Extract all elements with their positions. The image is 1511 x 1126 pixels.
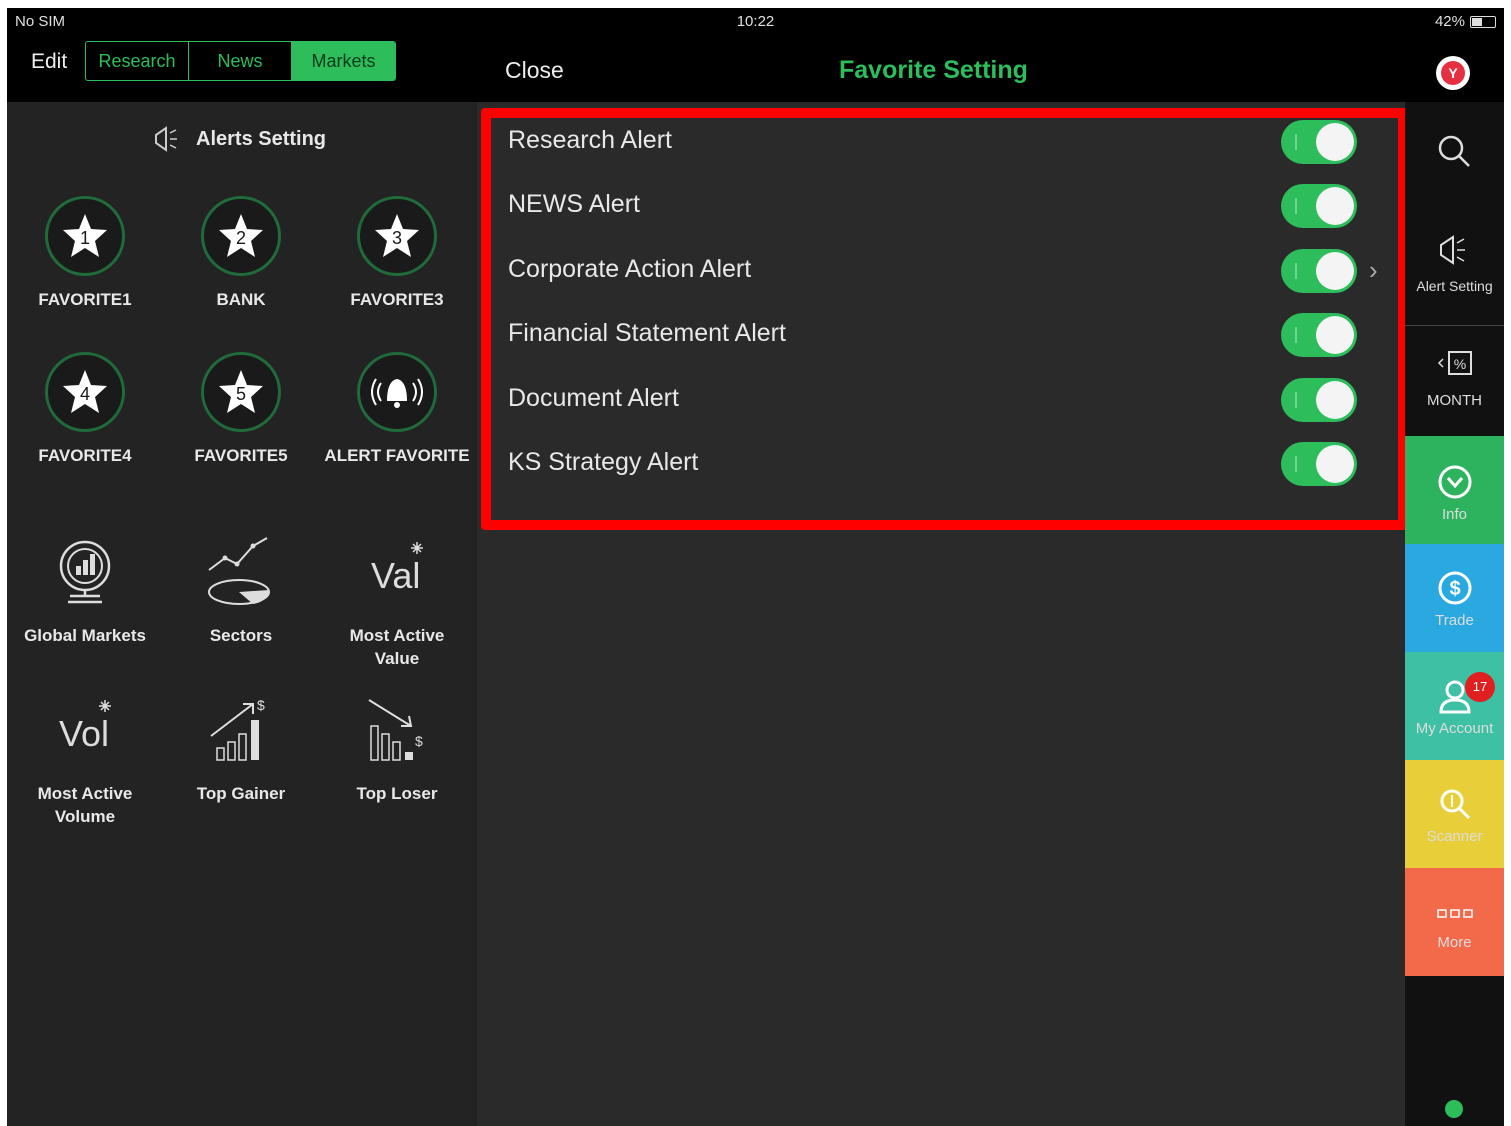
tool-label: Global Markets bbox=[24, 626, 146, 645]
rail-label: Scanner bbox=[1426, 828, 1483, 845]
star-icon: 5 bbox=[201, 352, 281, 432]
favorite-tile-3[interactable]: 3 FAVORITE3 bbox=[319, 196, 475, 311]
tool-label: Top Gainer bbox=[196, 784, 286, 803]
svg-text:$: $ bbox=[1449, 578, 1460, 600]
star-icon: 2 bbox=[201, 196, 281, 276]
top-gainer-icon: $ bbox=[196, 690, 286, 770]
favorite-tile-alert[interactable]: ALERT FAVORITE bbox=[319, 352, 475, 467]
tab-news[interactable]: News bbox=[189, 42, 292, 80]
right-side-rail: Alert Setting % MONTH Info $ Trade 17 My… bbox=[1405, 102, 1504, 1126]
star-icon: 1 bbox=[45, 196, 125, 276]
rail-scanner[interactable]: Scanner bbox=[1405, 760, 1504, 868]
rail-more[interactable]: More bbox=[1405, 868, 1504, 976]
svg-text:4: 4 bbox=[80, 384, 90, 404]
favorite-tile-1[interactable]: 1 FAVORITE1 bbox=[7, 196, 163, 311]
battery-icon bbox=[1470, 15, 1496, 28]
global-markets-tile[interactable]: Global Markets bbox=[7, 532, 163, 647]
vol-icon: Vol bbox=[40, 690, 130, 770]
alert-setting-icon bbox=[1439, 235, 1465, 265]
top-header: Edit Research News Markets Close Favorit… bbox=[7, 36, 1504, 102]
rail-label: Trade bbox=[1435, 612, 1474, 629]
online-status-dot bbox=[1445, 1100, 1463, 1118]
sectors-tile[interactable]: Sectors bbox=[163, 532, 319, 647]
month-percent-icon: % bbox=[1437, 351, 1472, 375]
favorite-tile-5[interactable]: 5 FAVORITE5 bbox=[163, 352, 319, 467]
battery-indicator: 42% bbox=[1435, 13, 1496, 30]
highlight-annotation-box bbox=[481, 108, 1408, 530]
bell-icon bbox=[357, 352, 437, 432]
rail-label: More bbox=[1437, 934, 1472, 951]
tool-label: Most Active Volume bbox=[37, 784, 133, 826]
alerts-setting-label: Alerts Setting bbox=[196, 127, 327, 150]
edit-button[interactable]: Edit bbox=[31, 50, 67, 74]
rail-trade[interactable]: $ Trade bbox=[1405, 544, 1504, 652]
val-icon: Val bbox=[352, 532, 442, 612]
favorite-tile-4[interactable]: 4 FAVORITE4 bbox=[7, 352, 163, 467]
trade-dollar-icon: $ bbox=[1438, 571, 1471, 605]
status-bar: No SIM 10:22 42% bbox=[7, 8, 1504, 36]
svg-text:2: 2 bbox=[236, 228, 246, 248]
sectors-pie-icon bbox=[196, 532, 286, 612]
top-loser-icon: $ bbox=[352, 690, 442, 770]
star-icon: 4 bbox=[45, 352, 125, 432]
rail-label: Alert Setting bbox=[1416, 278, 1493, 294]
rail-alert-setting[interactable]: Alert Setting bbox=[1405, 232, 1504, 326]
info-icon bbox=[1438, 465, 1471, 499]
page-title: Favorite Setting bbox=[839, 56, 1028, 84]
svg-text:Vol: Vol bbox=[59, 713, 109, 754]
tab-research[interactable]: Research bbox=[86, 42, 189, 80]
section-segmented-control: Research News Markets bbox=[85, 41, 396, 81]
alerts-setting-link[interactable]: Alerts Setting bbox=[152, 124, 326, 154]
favorite-label: FAVORITE1 bbox=[38, 290, 132, 309]
svg-text:$: $ bbox=[257, 697, 265, 713]
favorite-tile-2[interactable]: 2 BANK bbox=[163, 196, 319, 311]
rail-my-account[interactable]: 17 My Account bbox=[1405, 652, 1504, 760]
app-frame: No SIM 10:22 42% Edit Research News Mark… bbox=[7, 8, 1504, 1126]
tool-label: Sectors bbox=[209, 626, 273, 645]
top-gainer-tile[interactable]: $ Top Gainer bbox=[163, 690, 319, 805]
favorite-label: BANK bbox=[216, 290, 266, 309]
svg-text:3: 3 bbox=[392, 228, 402, 248]
rail-label: My Account bbox=[1415, 720, 1494, 737]
svg-text:%: % bbox=[1453, 356, 1465, 372]
rail-label: Info bbox=[1441, 506, 1468, 523]
favorite-label: FAVORITE3 bbox=[350, 290, 444, 309]
tab-markets[interactable]: Markets bbox=[292, 42, 395, 80]
search-icon bbox=[1438, 135, 1470, 167]
app-logo-icon[interactable]: Y bbox=[1436, 56, 1470, 90]
tool-label: Top Loser bbox=[356, 784, 438, 803]
close-button[interactable]: Close bbox=[505, 57, 564, 84]
rail-label: MONTH bbox=[1427, 392, 1482, 409]
globe-chart-icon bbox=[40, 532, 130, 612]
megaphone-icon bbox=[155, 126, 177, 152]
more-icon bbox=[1436, 909, 1473, 918]
rail-month[interactable]: % MONTH bbox=[1405, 348, 1504, 438]
most-active-volume-tile[interactable]: Vol Most Active Volume bbox=[7, 690, 163, 828]
most-active-value-tile[interactable]: Val Most Active Value bbox=[319, 532, 475, 670]
clock: 10:22 bbox=[736, 13, 775, 30]
svg-text:5: 5 bbox=[236, 384, 246, 404]
star-icon: 3 bbox=[357, 196, 437, 276]
rail-info[interactable]: Info bbox=[1405, 436, 1504, 544]
scanner-icon bbox=[1440, 789, 1470, 820]
tool-label: Most Active Value bbox=[349, 626, 445, 668]
rail-search[interactable] bbox=[1405, 132, 1504, 222]
favorite-label: FAVORITE4 bbox=[38, 446, 132, 465]
svg-text:$: $ bbox=[415, 733, 423, 749]
svg-text:Val: Val bbox=[371, 555, 420, 596]
battery-percent: 42% bbox=[1434, 13, 1465, 30]
notification-badge: 17 bbox=[1465, 672, 1495, 702]
top-loser-tile[interactable]: $ Top Loser bbox=[319, 690, 475, 805]
favorite-label: ALERT FAVORITE bbox=[324, 446, 470, 465]
favorite-label: FAVORITE5 bbox=[194, 446, 288, 465]
favorite-setting-panel: Research Alert NEWS Alert Corporate Acti… bbox=[477, 102, 1408, 1126]
markets-panel: Alerts Setting 1 FAVORITE1 2 BANK 3 FAVO… bbox=[7, 102, 473, 1126]
svg-text:1: 1 bbox=[80, 228, 90, 248]
